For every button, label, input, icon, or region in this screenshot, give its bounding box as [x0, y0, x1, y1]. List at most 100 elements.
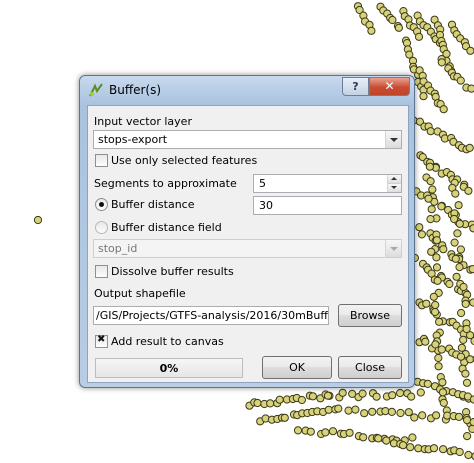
- map-point: [416, 388, 425, 397]
- map-point: [293, 426, 303, 435]
- map-point: [428, 185, 437, 194]
- map-point: [429, 292, 438, 301]
- map-point: [464, 186, 473, 195]
- map-point: [253, 398, 262, 408]
- map-point: [451, 189, 460, 198]
- map-point: [425, 162, 434, 171]
- map-point: [344, 406, 353, 415]
- map-point: [439, 105, 448, 114]
- map-point: [432, 263, 442, 272]
- map-point: [415, 223, 424, 232]
- ok-button[interactable]: OK: [262, 356, 332, 379]
- map-point: [388, 391, 397, 400]
- input-layer-select[interactable]: stops-export: [93, 130, 402, 149]
- spin-down-icon[interactable]: [388, 184, 401, 192]
- input-layer-label: Input vector layer: [94, 115, 192, 128]
- map-point: [434, 353, 443, 363]
- browse-button[interactable]: Browse: [338, 304, 402, 327]
- add-result-checkbox[interactable]: [95, 334, 108, 348]
- chevron-down-icon: [385, 240, 401, 257]
- buffer-field-radio[interactable]: [95, 221, 108, 234]
- map-point: [439, 445, 448, 454]
- map-point: [454, 412, 464, 421]
- buffer-distance-value: 30: [259, 199, 273, 212]
- map-point: [461, 299, 470, 308]
- map-point: [469, 298, 474, 307]
- map-point: [451, 254, 460, 263]
- map-point: [280, 413, 289, 422]
- map-point: [462, 324, 471, 334]
- map-point: [338, 388, 347, 397]
- map-point: [426, 177, 435, 186]
- map-point: [334, 404, 343, 413]
- use-selected-label: Use only selected features: [111, 154, 258, 167]
- buffer-distance-input[interactable]: 30: [253, 196, 402, 215]
- map-point: [421, 337, 430, 346]
- map-point: [424, 194, 433, 203]
- map-point: [429, 444, 439, 453]
- output-path-value: /GIS/Projects/GTFS-analysis/2016/30mBuff…: [96, 309, 328, 322]
- map-point: [469, 418, 474, 427]
- map-point: [359, 433, 368, 442]
- use-selected-checkbox[interactable]: [95, 154, 108, 167]
- map-point: [455, 263, 464, 272]
- map-point: [410, 413, 419, 422]
- title-bar[interactable]: Buffer(s) ? ✕: [80, 76, 414, 104]
- map-point: [435, 317, 444, 326]
- spin-up-icon[interactable]: [388, 175, 401, 184]
- map-point: [417, 230, 426, 239]
- segments-value: 5: [259, 177, 266, 190]
- map-point: [437, 58, 446, 67]
- output-path-input[interactable]: /GIS/Projects/GTFS-analysis/2016/30mBuff…: [93, 306, 329, 325]
- map-point: [275, 395, 284, 404]
- map-point: [351, 405, 360, 414]
- map-point: [456, 352, 466, 361]
- spin-arrows: [387, 175, 401, 192]
- map-point: [367, 26, 376, 35]
- map-point: [456, 245, 465, 254]
- buffer-field-value: stop_id: [98, 242, 138, 255]
- map-point: [434, 362, 443, 371]
- map-point: [432, 411, 441, 420]
- input-layer-value: stops-export: [98, 133, 168, 146]
- buffer-field-label: Buffer distance field: [111, 221, 222, 234]
- map-point: [372, 392, 381, 401]
- map-point: [466, 355, 474, 364]
- map-point: [266, 399, 275, 408]
- map-point: [453, 229, 462, 238]
- map-point: [407, 392, 416, 401]
- dissolve-checkbox[interactable]: [95, 265, 108, 278]
- map-point: [464, 450, 473, 460]
- map-point: [445, 279, 454, 289]
- map-point: [308, 392, 317, 401]
- close-button[interactable]: Close: [338, 356, 402, 379]
- map-point: [459, 282, 468, 292]
- map-point: [306, 427, 315, 436]
- window-title: Buffer(s): [109, 83, 162, 97]
- window-close-button[interactable]: ✕: [369, 77, 410, 96]
- map-point: [396, 388, 405, 398]
- map-point: [455, 219, 464, 228]
- map-point: [418, 411, 427, 420]
- map-point: [452, 272, 461, 281]
- map-point: [396, 408, 405, 418]
- map-point: [432, 236, 441, 245]
- buffer-distance-radio[interactable]: [95, 198, 108, 211]
- map-point: [433, 276, 442, 285]
- map-point: [469, 395, 474, 404]
- map-point: [394, 23, 403, 32]
- map-point: [358, 389, 367, 398]
- help-button[interactable]: ?: [342, 77, 369, 96]
- map-point: [360, 409, 369, 418]
- map-point: [431, 340, 440, 349]
- map-point: [33, 215, 43, 225]
- segments-spinbox[interactable]: 5: [253, 174, 402, 193]
- map-point: [388, 15, 397, 25]
- map-point: [345, 428, 354, 437]
- map-point: [437, 202, 446, 211]
- buffer-field-select[interactable]: stop_id: [93, 239, 402, 258]
- map-point: [387, 407, 396, 416]
- map-point: [427, 205, 436, 214]
- map-point: [419, 92, 428, 101]
- buffer-tool-icon: [88, 82, 104, 98]
